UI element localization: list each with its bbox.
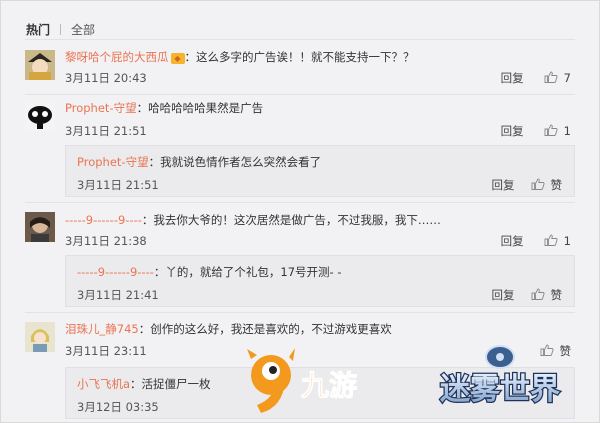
9you-logo: 九游 (247, 348, 358, 413)
comment-body: ：哈哈哈哈哈果然是广告 (136, 101, 264, 115)
reply-button[interactable]: 回复 (501, 124, 524, 138)
comment-item: Prophet-守望：哈哈哈哈哈果然是广告 3月11日 21:51 回复 1 (25, 98, 575, 146)
comment-actions: 回复 1 (501, 123, 571, 139)
sub-reply-time: 3月11日 21:41 (77, 288, 159, 302)
tabs-divider (25, 39, 575, 40)
like-button[interactable]: 赞 (531, 288, 563, 302)
comment-actions: 回复 7 (501, 70, 571, 86)
thumbs-up-icon (544, 234, 558, 246)
username[interactable]: -----9------9---- (65, 213, 142, 227)
sub-reply-text: Prophet-守望：我就说色情作者怎么突然会看了 (77, 154, 321, 170)
sub-reply-body: ：活捉僵尸一枚 (130, 377, 211, 391)
like-count: 7 (563, 71, 571, 85)
reply-button[interactable]: 回复 (501, 71, 524, 85)
thumbs-up-icon (531, 178, 545, 190)
avatar[interactable] (25, 212, 55, 242)
thumbs-up-icon (531, 288, 545, 300)
reply-button[interactable]: 回复 (492, 288, 515, 302)
comment-text: 泪珠儿_静745：创作的这么好，我还是喜欢的，不过游戏更喜欢 (65, 321, 392, 337)
username[interactable]: -----9------9---- (77, 265, 154, 279)
sub-reply-body: ：我就说色情作者怎么突然会看了 (148, 155, 322, 169)
sub-reply-text: 小飞飞机a：活捉僵尸一枚 (77, 376, 211, 392)
comment-text: Prophet-守望：哈哈哈哈哈果然是广告 (65, 100, 263, 116)
like-count: 1 (563, 234, 571, 248)
comment-divider (25, 312, 575, 313)
sub-reply-body: ：丫的，就给了个礼包，17号开测- - (153, 265, 342, 279)
comment-item: 黎呀哈个屁的大西瓜 ◆ ：这么多字的广告诶！！就不能支持一下？？ 3月11日 20:… (25, 47, 575, 95)
username[interactable]: 小飞飞机a (77, 377, 130, 391)
comment-actions: 回复 1 (501, 233, 571, 249)
mist-world-logo: 迷雾世界 (439, 345, 561, 408)
sub-reply-text: -----9------9----：丫的，就给了个礼包，17号开测- - (77, 264, 341, 280)
like-count: 1 (563, 124, 571, 138)
thumbs-up-icon (544, 71, 558, 83)
like-button[interactable]: 1 (544, 234, 571, 248)
reply-button[interactable]: 回复 (492, 178, 515, 192)
thumbs-up-icon (544, 124, 558, 136)
like-label: 赞 (550, 288, 563, 302)
username[interactable]: 泪珠儿_静745 (65, 322, 139, 336)
svg-text:迷雾世界: 迷雾世界 (440, 372, 560, 407)
sub-reply-time: 3月12日 03:35 (77, 400, 159, 414)
like-button[interactable]: 赞 (531, 178, 563, 192)
avatar[interactable] (25, 50, 55, 80)
like-button[interactable]: 1 (544, 124, 571, 138)
comment-body: ：这么多字的广告诶！！就不能支持一下？？ (184, 50, 415, 64)
comment-time: 3月11日 20:43 (65, 71, 147, 85)
sub-reply-time: 3月11日 21:51 (77, 178, 159, 192)
sub-reply: Prophet-守望：我就说色情作者怎么突然会看了 3月11日 21:51 回复… (65, 145, 575, 197)
svg-text:九游: 九游 (301, 369, 357, 402)
like-label: 赞 (550, 178, 563, 192)
avatar[interactable] (25, 322, 55, 352)
comment-divider (25, 202, 575, 203)
vip-badge-icon: ◆ (170, 53, 185, 64)
sub-reply-actions: 回复 赞 (492, 177, 563, 193)
username[interactable]: Prophet-守望 (65, 101, 137, 115)
sub-reply-actions: 回复 赞 (492, 287, 563, 303)
comment-divider (25, 94, 575, 95)
comment-time: 3月11日 21:51 (65, 124, 147, 138)
avatar[interactable] (25, 101, 55, 131)
like-button[interactable]: 7 (544, 71, 571, 85)
comment-item: -----9------9----：我去你大爷的！这次居然是做广告，不过我服，我… (25, 209, 575, 255)
comment-tabs: 热门 全部 (26, 21, 95, 38)
tab-separator (60, 24, 62, 35)
comment-body: ：我去你大爷的！这次居然是做广告，不过我服，我下…… (141, 213, 441, 227)
comment-time: 3月11日 23:11 (65, 344, 147, 358)
tab-hot[interactable]: 热门 (26, 23, 50, 37)
comment-time: 3月11日 21:38 (65, 234, 147, 248)
comment-body: ：创作的这么好，我还是喜欢的，不过游戏更喜欢 (138, 322, 392, 336)
comment-text: 黎呀哈个屁的大西瓜 ◆ ：这么多字的广告诶！！就不能支持一下？？ (65, 49, 415, 65)
comment-text: -----9------9----：我去你大爷的！这次居然是做广告，不过我服，我… (65, 212, 441, 228)
username[interactable]: 黎呀哈个屁的大西瓜 (65, 50, 169, 64)
comment-panel: 热门 全部 黎呀哈个屁的大西瓜 ◆ ：这么多字的广告诶！！就不能支持一下？？ 3月11… (0, 0, 600, 423)
username[interactable]: Prophet-守望 (77, 155, 149, 169)
reply-button[interactable]: 回复 (501, 234, 524, 248)
sub-reply: -----9------9----：丫的，就给了个礼包，17号开测- - 3月1… (65, 255, 575, 307)
tab-all[interactable]: 全部 (71, 23, 95, 37)
